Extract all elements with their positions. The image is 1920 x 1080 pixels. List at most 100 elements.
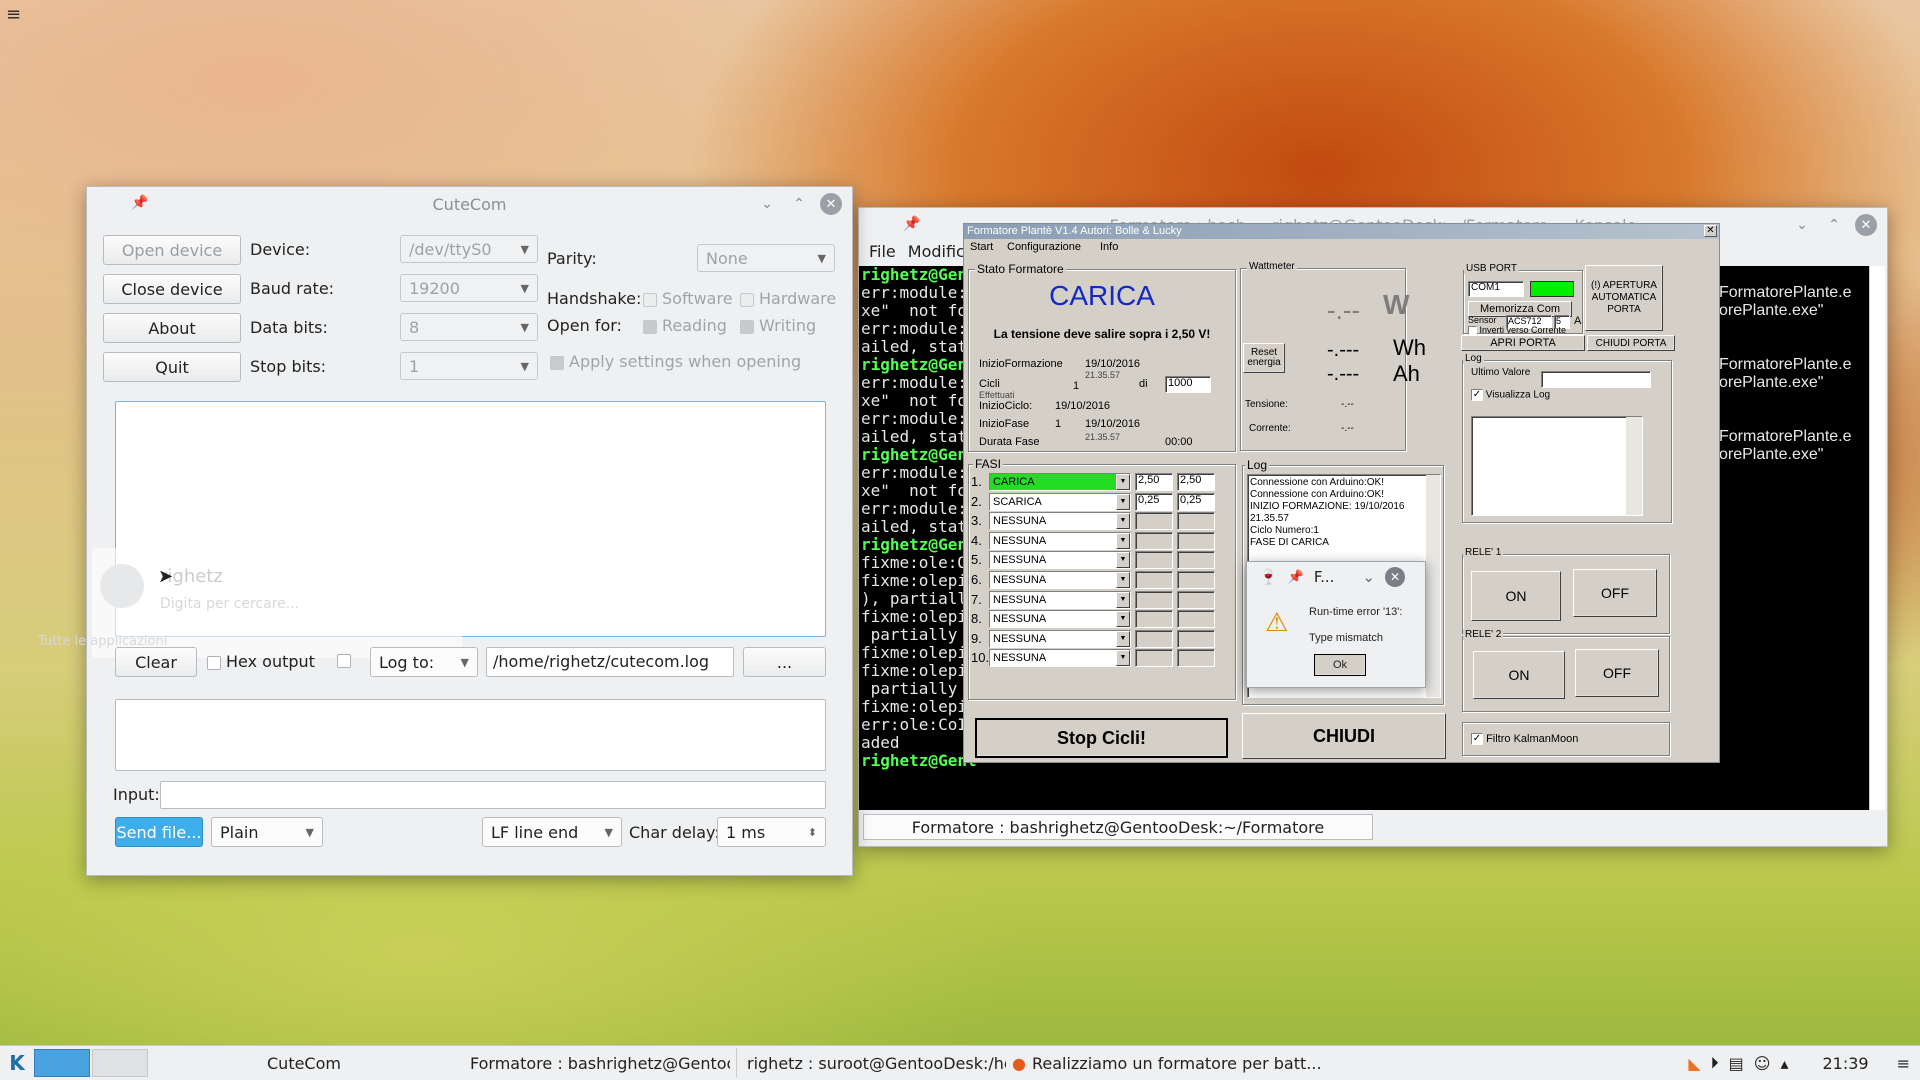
tray-expand-icon[interactable]: ▴ <box>1780 1054 1788 1073</box>
spin-arrows-icon[interactable]: ⬍ <box>808 826 817 839</box>
device-combo[interactable]: /dev/ttyS0 ▼ <box>400 235 538 263</box>
plain-combo[interactable]: Plain ▼ <box>211 817 323 847</box>
fase-value-a[interactable] <box>1135 571 1173 589</box>
chiudi-porta-button[interactable]: CHIUDI PORTA <box>1587 335 1675 351</box>
fase-combo[interactable]: NESSUNA ▼ <box>989 512 1131 531</box>
dialog-ok-button[interactable]: Ok <box>1314 654 1366 676</box>
apply-settings-check[interactable]: Apply settings when opening <box>550 352 801 371</box>
reset-energia-button[interactable]: Reset energia <box>1243 343 1285 373</box>
close-icon[interactable]: ✕ <box>1855 214 1877 236</box>
menu-info[interactable]: Info <box>1100 241 1118 253</box>
terminal-scrollbar[interactable] <box>1869 266 1885 810</box>
fase-value-a[interactable] <box>1135 629 1173 648</box>
fase-combo[interactable]: NESSUNA ▼ <box>989 629 1131 648</box>
fase-combo[interactable]: NESSUNA ▼ <box>989 590 1131 609</box>
fase-value-b[interactable] <box>1177 551 1215 570</box>
menu-configurazione[interactable]: Configurazione <box>1007 241 1081 253</box>
user-icon[interactable]: ☺ <box>1754 1054 1771 1073</box>
visualizza-log-check[interactable]: ✓ Visualizza Log <box>1471 389 1550 401</box>
clear-button[interactable]: Clear <box>115 647 197 677</box>
fase-value-b[interactable]: 2,50 <box>1177 473 1215 491</box>
fase-value-a[interactable] <box>1135 590 1173 609</box>
pin-icon[interactable]: 📌 <box>1288 570 1304 585</box>
writing-check[interactable]: Writing <box>740 316 816 335</box>
rele2-on-button[interactable]: ON <box>1473 651 1565 699</box>
konsole-tab[interactable]: Formatore : bashrighetz@GentooDesk:~/For… <box>863 814 1373 840</box>
databits-combo[interactable]: 8 ▼ <box>400 313 538 341</box>
minimize-icon[interactable]: ⌄ <box>1791 214 1813 236</box>
minimize-icon[interactable]: ⌄ <box>1362 568 1375 586</box>
tray-app-icon[interactable]: ◣ <box>1688 1054 1700 1073</box>
chardelay-spinbox[interactable]: 1 ms ⬍ <box>717 817 826 847</box>
fase-value-a[interactable] <box>1135 551 1173 570</box>
fase-combo[interactable]: NESSUNA ▼ <box>989 571 1131 589</box>
apertura-automatica-button[interactable]: (!) APERTURA AUTOMATICA PORTA <box>1585 265 1663 331</box>
cutecom-titlebar[interactable]: 📌 CuteCom ⌄ ⌃ ✕ <box>87 187 852 221</box>
fase-combo[interactable]: NESSUNA ▼ <box>989 649 1131 668</box>
clock[interactable]: 21:39 <box>1822 1054 1868 1073</box>
log-scrollbar[interactable] <box>1426 475 1440 697</box>
rele1-on-button[interactable]: ON <box>1471 571 1561 621</box>
rele1-off-button[interactable]: OFF <box>1573 569 1657 617</box>
task-browser[interactable]: Realizziamo un formatore per batt... <box>1032 1048 1322 1078</box>
kde-launcher-icon[interactable]: K <box>0 1051 34 1075</box>
close-icon[interactable]: ✕ <box>1384 567 1405 587</box>
baud-combo[interactable]: 19200 ▼ <box>400 274 538 302</box>
parity-combo[interactable]: None ▼ <box>697 244 835 272</box>
log-view-area[interactable] <box>1471 416 1643 516</box>
quit-button[interactable]: Quit <box>103 352 241 382</box>
fase-value-b[interactable] <box>1177 610 1215 629</box>
close-device-button[interactable]: Close device <box>103 274 241 304</box>
fase-value-a[interactable] <box>1135 649 1173 668</box>
fase-combo[interactable]: NESSUNA ▼ <box>989 531 1131 550</box>
fase-value-a[interactable] <box>1135 531 1173 550</box>
filtro-kalman-check[interactable]: ✓ Filtro KalmanMoon <box>1471 733 1578 746</box>
fase-value-b[interactable] <box>1177 512 1215 531</box>
software-check[interactable]: Software <box>643 289 733 308</box>
output-area[interactable]: righetz Digita per cercare... Tutte le a… <box>38 401 826 658</box>
send-history-area[interactable] <box>115 699 826 771</box>
maximize-icon[interactable]: ⌃ <box>1823 214 1845 236</box>
pager-desktop-1[interactable] <box>34 1049 90 1077</box>
fase-value-a[interactable]: 0,25 <box>1135 492 1173 511</box>
com-port-input[interactable]: COM1 <box>1468 281 1524 297</box>
close-icon[interactable]: ✕ <box>820 193 842 215</box>
hex-output-check[interactable]: Hex output <box>207 652 315 671</box>
log-scrollbar[interactable] <box>1626 417 1642 515</box>
stop-cicli-button[interactable]: Stop Cicli! <box>975 718 1228 758</box>
about-button[interactable]: About <box>103 313 241 343</box>
maximize-icon[interactable]: ⌃ <box>788 193 810 215</box>
formatore-titlebar[interactable]: Formatore Plantè V1.4 Autori: Bolle & Lu… <box>964 224 1719 239</box>
fase-value-b[interactable] <box>1177 629 1215 648</box>
send-file-button[interactable]: Send file... <box>115 817 203 847</box>
pin-icon[interactable]: 📌 <box>903 216 920 232</box>
fase-combo[interactable]: NESSUNA ▼ <box>989 551 1131 570</box>
fase-value-a[interactable] <box>1135 610 1173 629</box>
reading-check[interactable]: Reading <box>643 316 727 335</box>
input-field[interactable] <box>160 781 826 809</box>
fase-combo[interactable]: SCARICA ▼ <box>989 492 1131 511</box>
minimize-icon[interactable]: ⌄ <box>756 193 778 215</box>
stopbits-combo[interactable]: 1 ▼ <box>400 352 538 380</box>
ultimo-valore-input[interactable] <box>1541 371 1651 388</box>
fase-value-b[interactable] <box>1177 649 1215 668</box>
menu-start[interactable]: Start <box>970 241 993 253</box>
task-formatore[interactable]: Formatore : bashrighetz@Gentoo... <box>460 1048 730 1078</box>
fase-value-b[interactable]: 0,25 <box>1177 492 1215 511</box>
hardware-check[interactable]: Hardware <box>740 289 836 308</box>
task-suroot[interactable]: righetz : suroot@GentooDesk:/ho... <box>736 1048 1006 1078</box>
chiudi-button[interactable]: CHIUDI <box>1242 713 1446 759</box>
fase-value-a[interactable] <box>1135 512 1173 531</box>
inverti-check[interactable]: Inverti verso Corrente <box>1468 325 1578 335</box>
logpath-input[interactable]: /home/righetz/cutecom.log <box>486 647 734 677</box>
clipboard-icon[interactable]: ▤ <box>1729 1054 1744 1073</box>
logto-combo[interactable]: Log to: ▼ <box>370 647 478 677</box>
open-device-button[interactable]: Open device <box>103 235 241 265</box>
media-play-icon[interactable]: ⏵ <box>1711 1053 1719 1073</box>
fase-value-b[interactable] <box>1177 531 1215 550</box>
desktop-menu-icon[interactable]: ≡ <box>6 6 26 24</box>
close-icon[interactable]: ✕ <box>1704 225 1717 237</box>
rele2-off-button[interactable]: OFF <box>1575 649 1659 697</box>
cicli-total-input[interactable]: 1000 <box>1165 376 1211 393</box>
menu-file[interactable]: File <box>869 242 896 261</box>
